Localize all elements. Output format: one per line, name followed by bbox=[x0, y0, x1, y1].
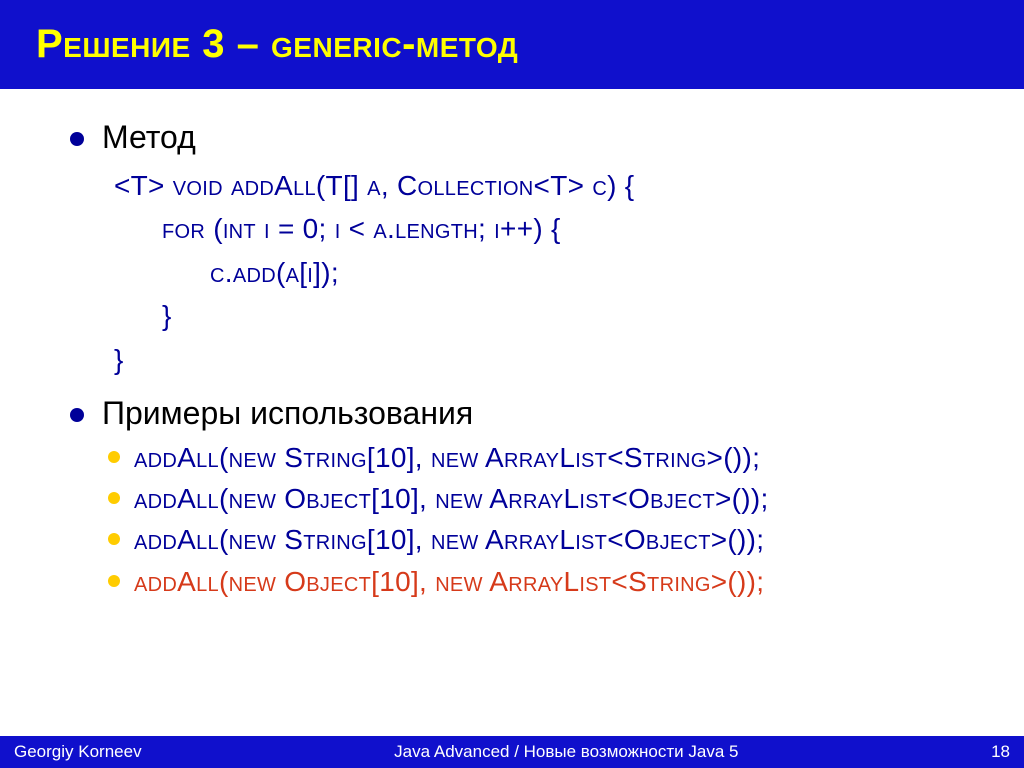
code-line: c.add(a[i]); bbox=[114, 251, 984, 294]
bullet-examples: Примеры использования bbox=[70, 395, 984, 432]
examples-list: addAll(new String[10], new ArrayList<Str… bbox=[108, 438, 984, 601]
footer-course: Java Advanced / Новые возможности Java 5 bbox=[142, 742, 992, 762]
example-item: addAll(new String[10], new ArrayList<Obj… bbox=[108, 520, 984, 559]
code-line: } bbox=[114, 338, 984, 381]
example-item: addAll(new Object[10], new ArrayList<Obj… bbox=[108, 479, 984, 518]
example-item: addAll(new String[10], new ArrayList<Str… bbox=[108, 438, 984, 477]
example-text: addAll(new Object[10], new ArrayList<Str… bbox=[134, 562, 764, 601]
slide-content: Метод <T> void addAll(T[] a, Collection<… bbox=[0, 89, 1024, 736]
example-text: addAll(new Object[10], new ArrayList<Obj… bbox=[134, 479, 769, 518]
footer-author: Georgiy Korneev bbox=[14, 742, 142, 762]
code-line: for (int i = 0; i < a.length; i++) { bbox=[114, 207, 984, 250]
code-line: <T> void addAll(T[] a, Collection<T> c) … bbox=[114, 164, 984, 207]
example-text: addAll(new String[10], new ArrayList<Obj… bbox=[134, 520, 764, 559]
bullet-method: Метод bbox=[70, 119, 984, 156]
bullet-text: Метод bbox=[102, 119, 196, 156]
example-item-error: addAll(new Object[10], new ArrayList<Str… bbox=[108, 562, 984, 601]
bullet-icon bbox=[108, 451, 120, 463]
bullet-icon bbox=[108, 533, 120, 545]
bullet-icon bbox=[70, 132, 84, 146]
code-block: <T> void addAll(T[] a, Collection<T> c) … bbox=[114, 164, 984, 381]
bullet-text: Примеры использования bbox=[102, 395, 473, 432]
slide: Решение 3 – generic-метод Метод <T> void… bbox=[0, 0, 1024, 768]
example-text: addAll(new String[10], new ArrayList<Str… bbox=[134, 438, 760, 477]
bullet-icon bbox=[70, 408, 84, 422]
bullet-icon bbox=[108, 492, 120, 504]
footer-page: 18 bbox=[991, 742, 1010, 762]
slide-title: Решение 3 – generic-метод bbox=[0, 0, 1024, 89]
code-line: } bbox=[114, 294, 984, 337]
bullet-icon bbox=[108, 575, 120, 587]
slide-footer: Georgiy Korneev Java Advanced / Новые во… bbox=[0, 736, 1024, 768]
